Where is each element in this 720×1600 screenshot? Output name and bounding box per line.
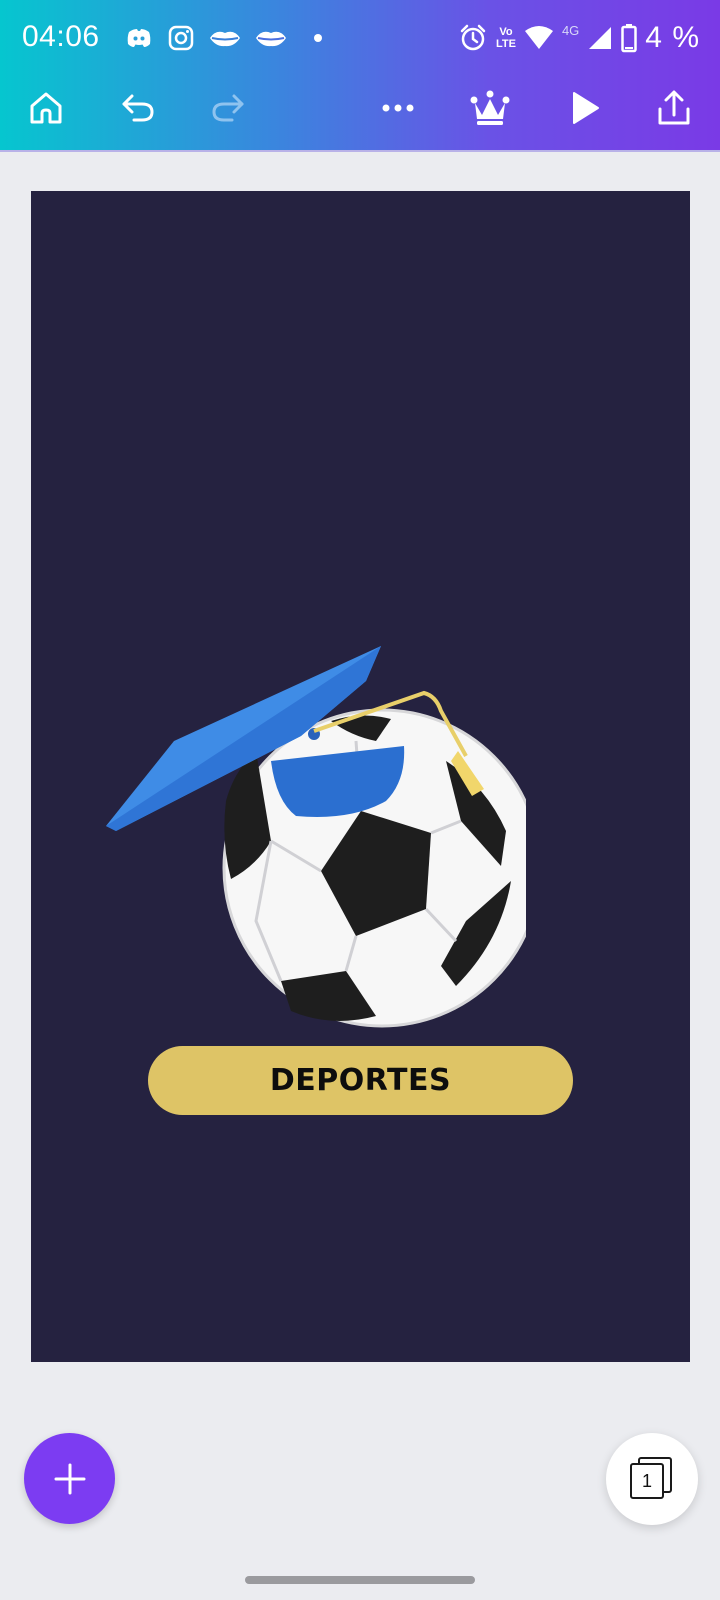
cellular-signal-icon (589, 27, 612, 49)
redo-icon (212, 94, 244, 122)
volte-indicator: Vo LTE (496, 26, 516, 50)
status-bar: 04:06 Vo LTE 4G 4 % (0, 0, 720, 76)
battery-percent: 4 % (645, 21, 700, 54)
status-time: 04:06 (22, 20, 100, 53)
undo-icon (122, 94, 154, 122)
premium-button[interactable] (462, 80, 518, 136)
lips-app-icon (210, 31, 240, 47)
instagram-icon (168, 25, 194, 51)
redo-button[interactable] (200, 80, 256, 136)
deportes-label-pill[interactable]: DEPORTES (148, 1046, 573, 1115)
page-stack-front: 1 (630, 1463, 664, 1499)
page-count: 1 (641, 1470, 652, 1491)
share-button[interactable] (646, 80, 702, 136)
gesture-home-indicator[interactable] (245, 1576, 475, 1584)
system-icons: Vo LTE 4G 4 % (458, 20, 700, 56)
undo-button[interactable] (110, 80, 166, 136)
crown-icon (470, 90, 510, 125)
more-options-button[interactable] (370, 80, 426, 136)
volte-bottom-label: LTE (495, 38, 516, 50)
network-type-label: 4G (561, 22, 580, 38)
more-notifications-dot (314, 34, 322, 42)
wifi-icon (524, 26, 553, 49)
alarm-icon (460, 24, 486, 51)
present-button[interactable] (556, 80, 612, 136)
soccer-ball-graduation-cap-graphic[interactable] (106, 621, 526, 1041)
play-icon (573, 92, 599, 124)
lips-app-icon-2 (256, 31, 286, 47)
volte-top-label: Vo (499, 26, 513, 38)
notification-icons (124, 22, 322, 54)
editor-toolbar (0, 80, 720, 150)
home-button[interactable] (18, 80, 74, 136)
home-icon (30, 92, 62, 124)
design-page[interactable]: DEPORTES (31, 191, 690, 1362)
deportes-label-text[interactable]: DEPORTES (270, 1063, 451, 1098)
plus-icon (54, 1463, 85, 1494)
add-element-button[interactable] (24, 1433, 115, 1524)
discord-icon (127, 29, 151, 47)
battery-icon (621, 24, 638, 53)
more-options-icon (382, 104, 414, 112)
share-icon (658, 90, 690, 125)
pages-icon: 1 (630, 1457, 674, 1501)
pages-button[interactable]: 1 (606, 1433, 698, 1525)
